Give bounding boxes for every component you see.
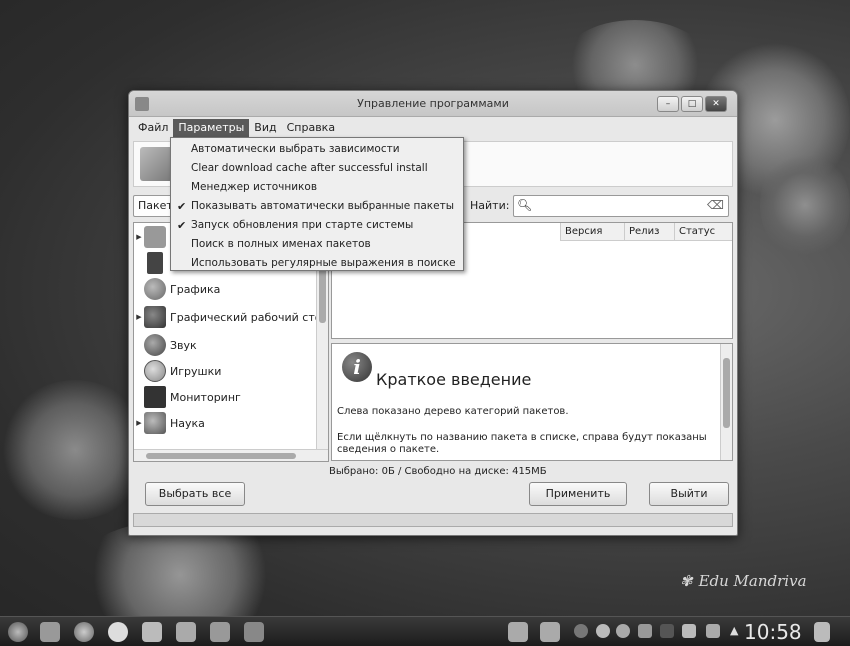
display-tray-icon[interactable]	[706, 624, 720, 638]
info-vertical-scrollbar[interactable]	[720, 344, 732, 460]
column-header-release[interactable]: Релиз	[624, 223, 674, 241]
package-info-pane: i Краткое введение Слева показано дерево…	[331, 343, 733, 461]
maximize-button[interactable]: □	[681, 96, 703, 112]
desktop-icon	[144, 306, 166, 328]
quit-button[interactable]: Выйти	[649, 482, 729, 506]
tree-horizontal-scrollbar[interactable]	[134, 449, 328, 461]
scrollbar-thumb[interactable]	[146, 453, 296, 459]
tree-item[interactable]: Игрушки	[134, 359, 221, 383]
package-box-icon	[140, 147, 174, 181]
tree-item-label: Мониторинг	[170, 390, 241, 404]
mail-icon[interactable]	[142, 622, 162, 642]
floral-decoration	[760, 150, 850, 260]
menu-item-search-full-names[interactable]: Поиск в полных именах пакетов	[171, 235, 463, 254]
menu-options[interactable]: Параметры	[173, 119, 250, 139]
mandriva-star-icon: ✾	[680, 572, 693, 590]
menu-file[interactable]: Файл	[133, 119, 173, 139]
close-button[interactable]: ✕	[705, 96, 727, 112]
search-input[interactable]	[534, 198, 704, 210]
menu-item-use-regex[interactable]: Использовать регулярные выражения в поис…	[171, 254, 463, 273]
tree-item[interactable]	[134, 251, 170, 275]
clock[interactable]: 10:58	[744, 620, 802, 644]
monitor-icon	[144, 386, 166, 408]
science-icon	[144, 412, 166, 434]
trash-icon[interactable]	[814, 622, 830, 642]
info-icon: i	[342, 352, 372, 382]
select-all-button[interactable]: Выбрать все	[145, 482, 245, 506]
window-title: Управление программами	[357, 97, 509, 110]
tree-item[interactable]: Графика	[134, 277, 220, 301]
screenshot-icon[interactable]	[210, 622, 230, 642]
tree-item-label: Графика	[170, 282, 221, 296]
menu-item-clear-cache[interactable]: Clear download cache after successful in…	[171, 159, 463, 178]
tree-item-label: Игрушки	[170, 364, 222, 378]
help-tray-icon[interactable]	[616, 624, 630, 638]
clear-search-icon[interactable]: ⌫	[707, 198, 724, 212]
window-task-icon[interactable]	[540, 622, 560, 642]
menu-item-show-auto-selected[interactable]: ✔ Показывать автоматически выбранные паке…	[171, 197, 463, 216]
speaker-icon	[144, 334, 166, 356]
column-header-status[interactable]: Статус	[674, 223, 732, 241]
window-task-icon[interactable]	[508, 622, 528, 642]
scrollbar-thumb[interactable]	[723, 358, 730, 428]
checkmark-icon: ✔	[177, 200, 187, 213]
menu-item-update-on-startup[interactable]: ✔ Запуск обновления при старте системы	[171, 216, 463, 235]
progress-bar	[133, 513, 733, 527]
keyboard-layout-tray-icon[interactable]	[660, 624, 674, 638]
options-menu: Автоматически выбрать зависимости Clear …	[170, 137, 464, 271]
info-tray-icon[interactable]	[574, 624, 588, 638]
browser-icon[interactable]	[74, 622, 94, 642]
expand-arrow-icon[interactable]: ▶	[134, 313, 144, 321]
window-titlebar[interactable]: Управление программами – □ ✕	[129, 91, 737, 117]
apply-button[interactable]: Применить	[529, 482, 627, 506]
menu-view[interactable]: Вид	[249, 119, 281, 139]
tree-item[interactable]: Мониторинг	[134, 385, 241, 409]
tree-item-label: Наука	[170, 416, 205, 430]
folder-icon	[144, 226, 166, 248]
column-header-version[interactable]: Версия	[560, 223, 624, 241]
floral-decoration	[70, 520, 290, 630]
tree-item[interactable]: ▶ Наука	[134, 411, 205, 435]
palette-icon	[144, 278, 166, 300]
file-manager-icon[interactable]	[40, 622, 60, 642]
menubar: Файл Параметры Вид Справка	[129, 117, 737, 139]
info-paragraph: Слева показано дерево категорий пакетов.	[337, 406, 569, 417]
disk-status: Выбрано: 0Б / Свободно на диске: 415МБ	[329, 466, 547, 477]
minimize-button[interactable]: –	[657, 96, 679, 112]
start-menu-icon[interactable]	[8, 622, 28, 642]
tree-item[interactable]: Звук	[134, 333, 197, 357]
chat-icon[interactable]	[108, 622, 128, 642]
taskbar: ▲ 10:58	[0, 616, 850, 646]
tray-expand-icon[interactable]: ▲	[730, 624, 738, 637]
checkmark-icon: ✔	[177, 219, 187, 232]
notification-tray-icon[interactable]	[596, 624, 610, 638]
brand-text: Edu Mandriva	[698, 572, 807, 590]
media-player-icon[interactable]	[176, 622, 196, 642]
tree-item-label: Графический рабочий стол	[170, 310, 329, 324]
smiley-icon	[144, 360, 166, 382]
info-paragraph: Если щёлкнуть по названию пакета в списк…	[337, 432, 707, 455]
search-icon: 🔍︎	[517, 198, 533, 212]
expand-arrow-icon[interactable]: ▶	[134, 233, 144, 241]
clipboard-tray-icon[interactable]	[638, 624, 652, 638]
film-icon	[147, 252, 163, 274]
tree-item-label: Звук	[170, 338, 197, 352]
brand-logo: ✾ Edu Mandriva	[680, 572, 807, 590]
menu-item-auto-select-deps[interactable]: Автоматически выбрать зависимости	[171, 140, 463, 159]
find-label: Найти:	[470, 199, 510, 212]
tree-item[interactable]: ▶	[134, 225, 170, 249]
window-controls: – □ ✕	[657, 96, 727, 112]
volume-tray-icon[interactable]	[682, 624, 696, 638]
settings-icon[interactable]	[244, 622, 264, 642]
expand-arrow-icon[interactable]: ▶	[134, 419, 144, 427]
menu-help[interactable]: Справка	[282, 119, 340, 139]
menu-item-media-manager[interactable]: Менеджер источников	[171, 178, 463, 197]
tree-item[interactable]: ▶ Графический рабочий стол	[134, 305, 329, 329]
info-title: Краткое введение	[376, 370, 532, 389]
search-field[interactable]: 🔍︎ ⌫	[513, 195, 729, 217]
